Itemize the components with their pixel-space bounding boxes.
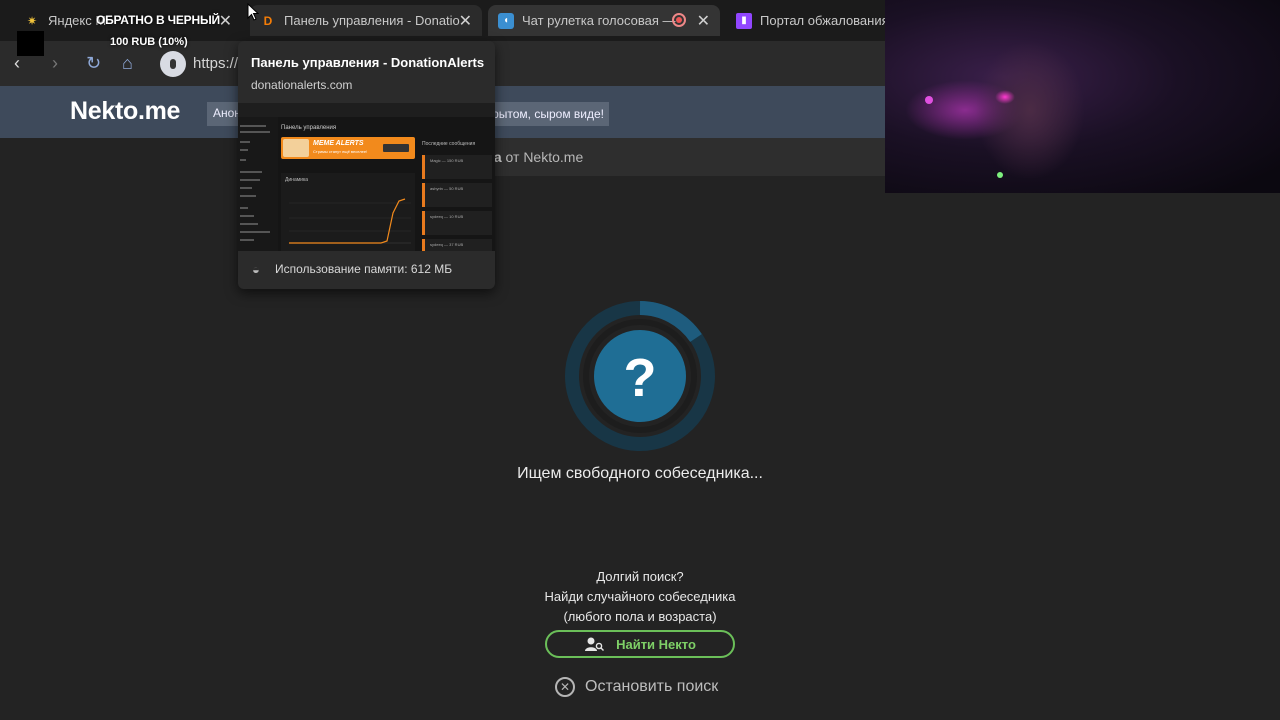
tab-donationalerts[interactable]: D Панель управления - Donatio ✕ [250, 5, 482, 36]
microphone-icon [170, 59, 176, 69]
close-icon[interactable]: ✕ [219, 11, 232, 31]
preview-sidebar [238, 117, 278, 251]
hover-card-title: Панель управления - DonationAlerts [251, 55, 485, 70]
tab-chat-roulette[interactable]: ◖ Чат рулетка голосовая — ✕ [488, 5, 720, 36]
reload-icon[interactable]: ↻ [86, 53, 101, 74]
address-bar[interactable]: https:// [193, 55, 238, 72]
webcam-person [975, 40, 1085, 180]
webcam-overlay [885, 0, 1280, 193]
tab-title: Чат рулетка голосовая — [522, 13, 676, 28]
back-icon[interactable]: ‹ [14, 53, 20, 74]
close-circle-icon: ✕ [555, 677, 575, 697]
recording-icon [672, 13, 686, 27]
hover-card-domain: donationalerts.com [251, 78, 353, 92]
preview-banner-sub: Стримы станут ещё веселее! [313, 149, 368, 154]
webcam-light [995, 90, 1015, 104]
long-search-text: Долгий поиск? Найди случайного собеседни… [0, 567, 1280, 627]
microphone-button[interactable] [160, 51, 186, 77]
preview-recent-item: sydeeq — 37 RUB [422, 239, 492, 251]
donation-amount: 100 RUB (10%) [110, 36, 188, 48]
stop-search-button[interactable]: ✕ Остановить поиск [555, 676, 718, 698]
subbar-rest: от Nekto.me [501, 149, 584, 165]
preview-header: Панель управления [281, 125, 337, 131]
donationalerts-icon: D [263, 13, 273, 28]
preview-recent-item: Magic — 150 RUB [422, 155, 492, 179]
user-search-icon [585, 637, 605, 651]
search-spinner: ? [565, 301, 715, 451]
preview-chart-line [289, 198, 411, 244]
close-icon[interactable]: ✕ [697, 11, 710, 31]
donation-title: ОБРАТНО В ЧЕРНЫЙ [96, 13, 220, 27]
hover-card-memory: Использование памяти: 612 МБ [275, 262, 453, 276]
memory-icon: ◒ [252, 262, 260, 277]
find-nekto-button[interactable]: Найти Некто [545, 630, 735, 658]
mouse-cursor-icon [247, 3, 259, 21]
find-nekto-label: Найти Некто [616, 636, 696, 652]
hover-card-preview: Панель управления MEME ALERTS Стримы ста… [238, 103, 495, 251]
preview-recent-item: ashyrin — 50 RUB [422, 183, 492, 207]
webcam-light [925, 96, 933, 104]
preview-banner-image [283, 139, 309, 157]
preview-topbar [238, 103, 495, 117]
tab-title: Портал обжалования - [760, 13, 885, 28]
banner-text-end: крытом, сыром виде! [486, 107, 604, 121]
stop-search-label: Остановить поиск [585, 678, 719, 695]
preview-banner-title: MEME ALERTS [313, 140, 364, 147]
tab-hover-card: Панель управления - DonationAlerts donat… [238, 41, 495, 289]
subbar-text: тка от Nekto.me [480, 149, 583, 165]
site-logo[interactable]: Nekto.me [70, 97, 180, 126]
sun-icon: ✷ [26, 13, 38, 28]
preview-recent-item: sydeeq — 10 RUB [422, 211, 492, 235]
question-mark-icon: ? [624, 348, 657, 408]
search-status: Ищем свободного собеседника... [517, 465, 763, 482]
preview-banner-button [383, 144, 409, 152]
preview-chart: Динамика [281, 173, 415, 251]
webcam-light [997, 172, 1003, 178]
long-search-line: (любого пола и возраста) [563, 609, 717, 624]
preview-banner: MEME ALERTS Стримы станут ещё веселее! [281, 137, 415, 159]
twitch-icon: ▮ [736, 12, 752, 29]
microphone-icon: ◖ [498, 12, 514, 29]
forward-icon[interactable]: › [52, 53, 58, 74]
tab-twitch[interactable]: ▮ Портал обжалования - [726, 5, 885, 36]
long-search-line: Найди случайного собеседника [544, 589, 736, 604]
home-icon[interactable]: ⌂ [122, 53, 133, 74]
banner-text-start: Анон [213, 106, 241, 120]
overlay-black-box [17, 31, 44, 56]
preview-recent-label: Последние сообщения [422, 141, 476, 147]
long-search-line: Долгий поиск? [596, 569, 684, 584]
tab-title: Панель управления - Donatio [284, 13, 460, 28]
close-icon[interactable]: ✕ [459, 11, 472, 31]
